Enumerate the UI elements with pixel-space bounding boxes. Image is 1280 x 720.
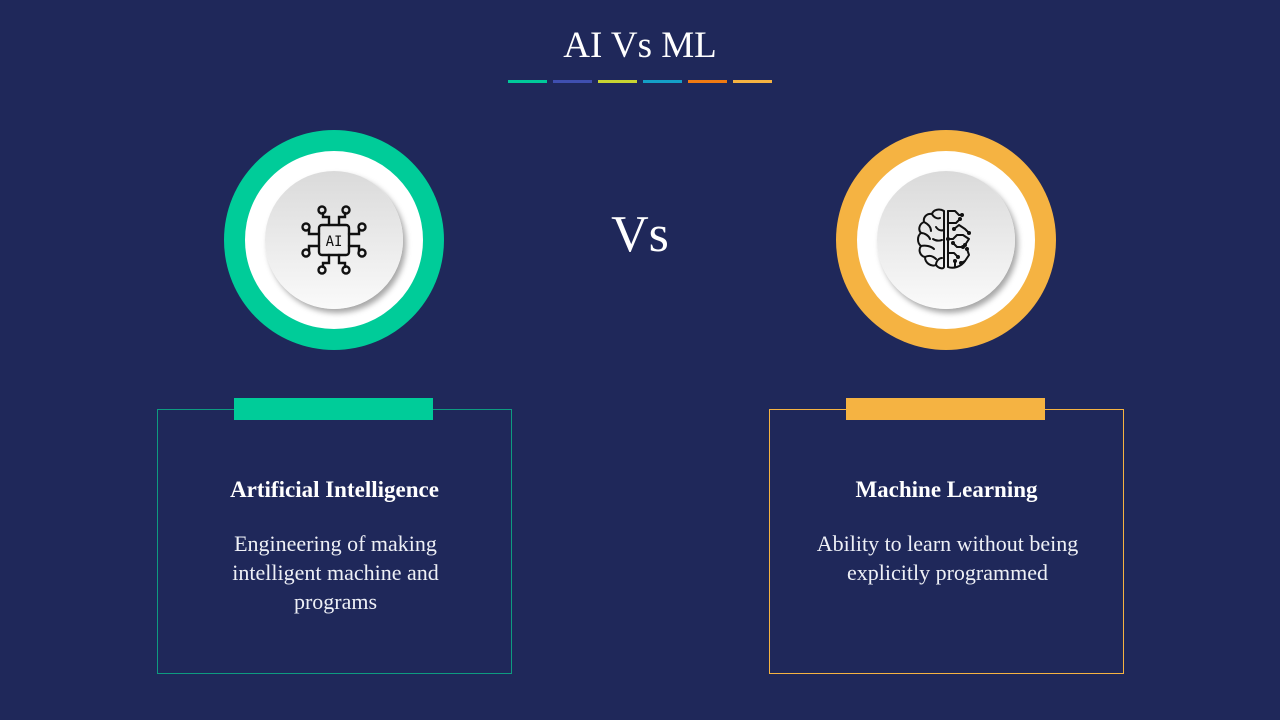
ai-card-description: Engineering of making intelligent machin…	[232, 531, 439, 614]
divider-dash	[508, 80, 547, 83]
brain-circuit-icon	[917, 208, 971, 270]
divider-dash	[598, 80, 637, 83]
ml-card-description: Ability to learn without being explicitl…	[816, 531, 1079, 585]
ai-card-heading: Artificial Intelligence	[230, 477, 439, 502]
title-divider	[508, 80, 772, 83]
ml-card: Machine Learning Ability to learn withou…	[769, 398, 1124, 674]
versus-label: Vs	[611, 206, 669, 263]
divider-dash	[643, 80, 682, 83]
slide-title: AI Vs ML	[563, 25, 717, 66]
ml-card-heading: Machine Learning	[855, 477, 1038, 502]
ml-icon-ring	[836, 130, 1056, 350]
ai-card: Artificial Intelligence Engineering of m…	[157, 398, 512, 674]
icon-disc: AI	[265, 171, 403, 309]
ai-card-accent-bar	[234, 398, 433, 420]
divider-dash	[733, 80, 772, 83]
ai-chip-icon: AI	[301, 205, 367, 275]
icon-disc	[877, 171, 1015, 309]
ai-icon-ring: AI	[224, 130, 444, 350]
ai-chip-label: AI	[326, 234, 343, 250]
divider-dash	[688, 80, 727, 83]
divider-dash	[553, 80, 592, 83]
ml-card-accent-bar	[846, 398, 1045, 420]
